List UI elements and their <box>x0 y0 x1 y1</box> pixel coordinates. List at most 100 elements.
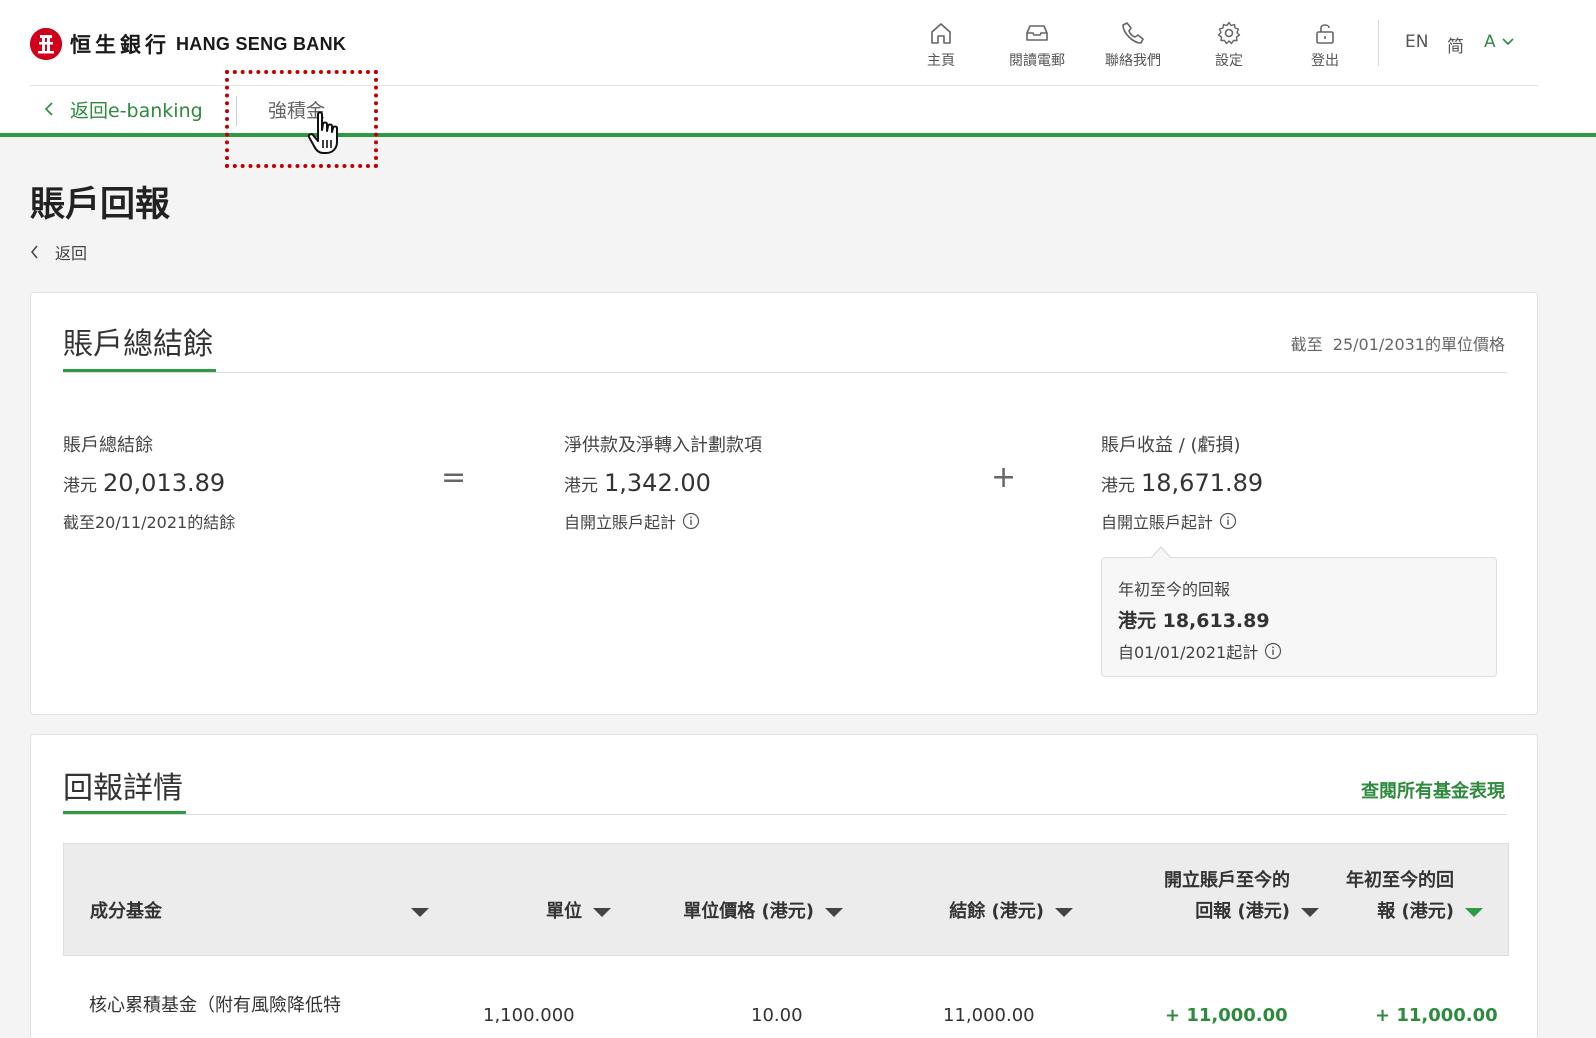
nav-inbox[interactable]: 閱讀電郵 <box>989 20 1085 72</box>
nav-home[interactable]: 主頁 <box>893 20 989 72</box>
nav-settings-label: 設定 <box>1215 53 1243 69</box>
sort-down-icon <box>593 908 611 917</box>
contribution-note: 自開立賬戶起計 <box>564 513 677 532</box>
tab-mpf[interactable]: 強積金 <box>268 94 325 124</box>
column-header-units[interactable]: 單位 <box>502 896 612 927</box>
font-size-label: A <box>1484 32 1496 52</box>
chevron-left-icon <box>31 245 38 259</box>
unlock-icon <box>1316 24 1334 44</box>
column-header-balance[interactable]: 結餘 (港元) <box>864 896 1074 927</box>
nav-settings[interactable]: 設定 <box>1181 20 1277 72</box>
sort-down-active-icon <box>1465 908 1483 917</box>
back-to-ebanking-link[interactable]: 返回e-banking <box>44 94 203 124</box>
info-icon[interactable] <box>1264 642 1282 660</box>
ytd-return-line1: 年初至今的回 <box>1346 870 1454 891</box>
nav-divider <box>1378 20 1379 66</box>
unit-price-value: 10.00 <box>751 1005 803 1026</box>
sort-down-icon <box>825 908 843 917</box>
nav-logout-label: 登出 <box>1311 53 1339 69</box>
info-icon[interactable] <box>1219 512 1237 530</box>
ytd-note-row: 自01/01/2021起計 <box>1118 639 1480 663</box>
asof-value: 25/01/2031的單位價格 <box>1332 335 1505 354</box>
units-value: 1,100.000 <box>483 1005 575 1026</box>
column-header-balance-label: 結餘 (港元) <box>949 901 1044 922</box>
view-all-funds-link[interactable]: 查閱所有基金表現 <box>1361 777 1505 803</box>
metric-gain-loss: 賬戶收益 / (虧損) 港元 18,671.89 自開立賬戶起計 <box>1101 431 1263 533</box>
ytd-return-box: 年初至今的回報 港元 18,613.89 自01/01/2021起計 <box>1101 557 1497 677</box>
total-balance-currency: 港元 <box>63 476 97 496</box>
account-summary-card: 賬戶總結餘 截至 25/01/2031的單位價格 賬戶總結餘 港元 20,013… <box>30 292 1538 715</box>
bank-name-cn: 恒生銀行 <box>70 32 170 57</box>
subnav-divider <box>236 96 237 126</box>
column-header-ytd-return-label: 年初至今的回 報 (港元) <box>1346 865 1454 927</box>
nav-contact[interactable]: 聯絡我們 <box>1085 20 1181 72</box>
equals-sign: = <box>441 460 467 495</box>
sort-down-icon <box>411 908 429 917</box>
gain-note: 自開立賬戶起計 <box>1101 513 1214 532</box>
metric-net-contribution: 淨供款及淨轉入計劃款項 港元 1,342.00 自開立賬戶起計 <box>564 431 762 533</box>
sort-down-icon <box>1055 908 1073 917</box>
tab-mpf-label: 強積金 <box>268 99 326 122</box>
nav-contact-label: 聯絡我們 <box>1105 53 1161 69</box>
top-header: 恒生銀行 HANG SENG BANK 主頁 閱讀電郵 聯絡我們 設定 登出 E… <box>0 0 1596 137</box>
gain-currency: 港元 <box>1101 476 1135 496</box>
lang-en[interactable]: EN <box>1405 32 1428 52</box>
gain-label: 賬戶收益 / (虧損) <box>1101 435 1241 456</box>
chevron-left-icon <box>44 102 53 116</box>
phone-icon <box>1122 22 1144 44</box>
return-since-open-line1: 開立賬戶至今的 <box>1164 870 1290 891</box>
contribution-currency: 港元 <box>564 476 598 496</box>
gear-icon <box>1217 21 1241 45</box>
font-size-toggle[interactable]: A <box>1484 32 1514 52</box>
return-details-card: 回報詳情 查閱所有基金表現 成分基金 單位 單位價格 (港元) 結餘 (港元) … <box>30 734 1538 1038</box>
column-header-ytd-return[interactable]: 年初至今的回 報 (港元) <box>1314 865 1484 927</box>
details-rule <box>63 814 1507 815</box>
back-to-ebanking-label: 返回e-banking <box>70 99 203 122</box>
total-balance-value: 20,013.89 <box>103 469 226 497</box>
gain-value: 18,671.89 <box>1141 469 1264 497</box>
bank-logo[interactable]: 恒生銀行 HANG SENG BANK <box>30 27 346 61</box>
plus-sign: + <box>991 460 1017 495</box>
home-icon <box>931 23 951 44</box>
bank-logo-icon <box>30 28 62 60</box>
ytd-value: 港元 18,613.89 <box>1118 610 1270 632</box>
page-back-label: 返回 <box>55 244 88 263</box>
table-header: 成分基金 單位 單位價格 (港元) 結餘 (港元) 開立賬戶至今的 回報 (港元… <box>63 843 1509 956</box>
column-header-fund[interactable]: 成分基金 <box>90 896 430 927</box>
total-balance-note: 截至20/11/2021的結餘 <box>63 513 236 532</box>
ytd-return-line2: 報 (港元) <box>1377 901 1454 922</box>
contribution-label: 淨供款及淨轉入計劃款項 <box>564 435 762 456</box>
total-balance-label: 賬戶總結餘 <box>63 435 153 456</box>
price-asof: 截至 25/01/2031的單位價格 <box>1291 331 1505 355</box>
asof-prefix: 截至 <box>1290 335 1323 354</box>
return-since-open-line2: 回報 (港元) <box>1195 901 1290 922</box>
fund-name[interactable]: 核心累積基金（附有風險降低特 <box>89 991 341 1017</box>
nav-inbox-label: 閱讀電郵 <box>1009 53 1065 69</box>
ytd-caret-inner <box>1152 548 1170 558</box>
bank-name-en: HANG SENG BANK <box>176 33 347 54</box>
return-since-open-value: + 11,000.00 <box>1165 1005 1288 1026</box>
summary-title: 賬戶總結餘 <box>63 327 213 362</box>
metric-total-balance: 賬戶總結餘 港元 20,013.89 截至20/11/2021的結餘 <box>63 431 235 533</box>
ytd-note: 自01/01/2021起計 <box>1118 643 1259 662</box>
nav-logout[interactable]: 登出 <box>1277 20 1373 72</box>
contribution-value: 1,342.00 <box>604 469 711 497</box>
page-title: 賬戶回報 <box>30 185 171 225</box>
page-back-link[interactable]: 返回 <box>30 240 87 264</box>
info-icon[interactable] <box>682 512 700 530</box>
lang-sc[interactable]: 简 <box>1447 32 1464 57</box>
column-header-unit-price-label: 單位價格 (港元) <box>683 901 814 922</box>
header-accent-bar <box>0 133 1596 137</box>
balance-value: 11,000.00 <box>943 1005 1035 1026</box>
summary-rule <box>63 372 1507 373</box>
column-header-unit-price[interactable]: 單位價格 (港元) <box>624 896 844 927</box>
inbox-icon <box>1026 25 1048 41</box>
ytd-return-value: + 11,000.00 <box>1375 1005 1498 1026</box>
column-header-units-label: 單位 <box>546 901 582 922</box>
header-rule <box>30 85 1538 86</box>
column-header-return-since-open[interactable]: 開立賬戶至今的 回報 (港元) <box>1084 865 1320 927</box>
details-title: 回報詳情 <box>63 771 183 806</box>
contribution-note-row: 自開立賬戶起計 <box>564 509 762 533</box>
ytd-label: 年初至今的回報 <box>1118 580 1231 599</box>
column-header-fund-label: 成分基金 <box>90 901 162 922</box>
